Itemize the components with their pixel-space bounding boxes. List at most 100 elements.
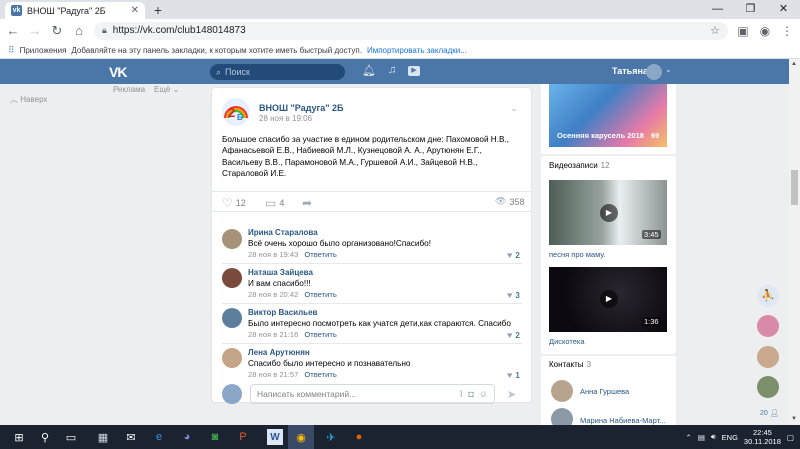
new-tab-button[interactable]: + xyxy=(150,2,166,18)
file-explorer-icon[interactable]: ▦ xyxy=(90,425,116,449)
comment-button[interactable]: ▭ 4 xyxy=(265,196,284,210)
comment-date[interactable]: 28 ноя в 21:16 xyxy=(248,330,298,339)
task-view-icon[interactable]: ▭ xyxy=(58,425,84,449)
input-language[interactable]: ENG xyxy=(722,433,738,442)
network-icon[interactable]: ▤ xyxy=(698,433,705,442)
maximize-icon[interactable]: ❐ xyxy=(734,0,767,19)
omnibox[interactable]: 🔒︎ https://vk.com/club148014873 ☆ xyxy=(94,21,728,40)
search-input[interactable]: ⌕ Поиск xyxy=(210,64,345,80)
emoji-smile-icon[interactable]: ☺ xyxy=(479,389,488,399)
clock[interactable]: 22:45 30.11.2018 xyxy=(744,428,781,446)
apps-link[interactable]: Приложения xyxy=(20,46,67,55)
minimize-icon[interactable]: — xyxy=(701,0,734,19)
music-note-icon[interactable]: ♫ xyxy=(388,64,396,76)
contacts-header[interactable]: Контакты 3 xyxy=(549,360,591,369)
video-title[interactable]: песня про маму. xyxy=(549,250,605,259)
bookmark-star-icon[interactable]: ☆ xyxy=(710,24,720,37)
comment-date[interactable]: 28 ноя в 19:43 xyxy=(248,250,298,259)
chevron-down-icon[interactable]: ⌄ xyxy=(665,65,672,74)
scrollbar-thumb[interactable] xyxy=(791,170,798,205)
comment-author[interactable]: Ирина Старалова xyxy=(248,228,318,237)
back-arrow-icon[interactable]: ← xyxy=(6,23,20,38)
send-arrow-icon[interactable]: ➤ xyxy=(507,388,516,401)
camera-icon[interactable]: ◘ xyxy=(468,389,473,399)
chat-avatar[interactable] xyxy=(757,315,779,337)
comment-input[interactable]: Написать комментарий... ⌇ ◘ ☺ xyxy=(250,384,495,404)
edge-icon[interactable]: e xyxy=(146,425,172,449)
attach-paperclip-icon[interactable]: ⌇ xyxy=(459,389,463,400)
powerpoint-icon[interactable]: P xyxy=(230,425,256,449)
mail-icon[interactable]: ✉ xyxy=(118,425,144,449)
user-name[interactable]: Татьяна xyxy=(612,66,648,76)
comment-author[interactable]: Наташа Зайцева xyxy=(248,268,313,277)
reply-link[interactable]: Ответить xyxy=(304,370,336,379)
comment-avatar[interactable] xyxy=(222,308,242,328)
home-icon[interactable]: ⌂ xyxy=(72,23,86,38)
comment-avatar[interactable] xyxy=(222,229,242,249)
comment-like-button[interactable]: ♥ 2 xyxy=(507,250,520,260)
comment-like-button[interactable]: ♥ 2 xyxy=(507,330,520,340)
scroll-to-top-link[interactable]: ︿ Наверх xyxy=(10,94,47,105)
comment-avatar[interactable] xyxy=(222,268,242,288)
video-icon[interactable]: ▶ xyxy=(408,66,420,76)
extension-icon[interactable]: ▣ xyxy=(736,24,750,38)
video-title[interactable]: Дискотека xyxy=(549,337,585,346)
comment-date[interactable]: 28 ноя в 20:42 xyxy=(248,290,298,299)
import-bookmarks-link[interactable]: Импортировать закладки... xyxy=(367,46,467,55)
profile-icon[interactable]: ◉ xyxy=(758,24,772,38)
contact-avatar[interactable] xyxy=(551,380,573,402)
vk-logo[interactable]: VK xyxy=(109,64,127,80)
comment-like-button[interactable]: ♥ 3 xyxy=(507,290,520,300)
videos-header[interactable]: Видеозаписи 12 xyxy=(549,161,610,170)
comment-like-button[interactable]: ♥ 1 xyxy=(507,370,520,380)
notifications-bell-icon[interactable]: 🔔︎ xyxy=(362,64,376,77)
more-link[interactable]: Ещё xyxy=(154,85,170,94)
discord-icon[interactable]: ◕ xyxy=(174,425,200,449)
close-window-icon[interactable]: ✕ xyxy=(767,0,800,19)
telegram-icon[interactable]: ✈ xyxy=(318,425,344,449)
reload-icon[interactable]: ↻ xyxy=(50,23,64,39)
comment-author[interactable]: Лена Арутюнян xyxy=(248,348,310,357)
group-name[interactable]: ВНОШ "Радуга" 2Б xyxy=(259,103,344,113)
search-icon[interactable]: ⚲ xyxy=(32,425,58,449)
contact-name[interactable]: Марина Набиева-Март... xyxy=(580,416,665,425)
close-tab-icon[interactable]: ✕ xyxy=(131,5,139,16)
like-button[interactable]: ♡ 12 xyxy=(222,196,246,210)
ads-link[interactable]: Реклама xyxy=(113,85,145,94)
url-text[interactable]: https://vk.com/club148014873 xyxy=(113,25,704,36)
scroll-up-arrow-icon[interactable]: ▲ xyxy=(791,61,797,67)
notifications-icon[interactable]: ▢ xyxy=(787,433,794,442)
green-app-icon[interactable]: ◙ xyxy=(202,425,228,449)
play-icon[interactable]: ▶ xyxy=(600,204,618,222)
group-avatar[interactable]: 2 Б xyxy=(222,98,250,126)
user-avatar[interactable] xyxy=(646,64,662,80)
reply-link[interactable]: Ответить xyxy=(304,290,336,299)
scrollbar[interactable] xyxy=(789,59,800,425)
reply-link[interactable]: Ответить xyxy=(304,330,336,339)
comment-author[interactable]: Виктор Васильев xyxy=(248,308,317,317)
chat-avatar[interactable] xyxy=(757,376,779,398)
forward-arrow-icon[interactable]: → xyxy=(28,23,42,38)
chat-avatar[interactable]: ⛹ xyxy=(757,285,779,307)
play-icon[interactable]: ▶ xyxy=(600,290,618,308)
word-icon[interactable]: W xyxy=(267,429,283,445)
windows-start-icon[interactable]: ⊞ xyxy=(6,425,32,449)
contact-name[interactable]: Анна Гуршева xyxy=(580,387,629,396)
post-menu-chevron-icon[interactable]: ⌄ xyxy=(510,103,518,114)
firefox-icon[interactable]: ● xyxy=(346,425,372,449)
chat-avatar[interactable] xyxy=(757,346,779,368)
heart-icon: ♥ xyxy=(507,290,513,300)
menu-kebab-icon[interactable]: ⋮ xyxy=(780,24,794,38)
volume-icon[interactable]: 🔊︎ xyxy=(711,432,716,442)
chrome-icon[interactable]: ◉ xyxy=(288,425,314,449)
chat-online-count[interactable]: 20 👤︎ xyxy=(760,409,779,417)
comment-date[interactable]: 28 ноя в 21:57 xyxy=(248,370,298,379)
comment-avatar[interactable] xyxy=(222,348,242,368)
apps-grid-icon[interactable]: ⠿ xyxy=(8,45,15,56)
reply-link[interactable]: Ответить xyxy=(304,250,336,259)
share-button[interactable]: ➦ xyxy=(302,196,312,210)
scroll-down-arrow-icon[interactable]: ▼ xyxy=(791,416,797,422)
chevron-up-icon[interactable]: ⌃ xyxy=(686,433,692,442)
browser-tab[interactable]: vk ВНОШ "Радуга" 2Б ✕ xyxy=(5,2,145,19)
post-date[interactable]: 28 ноя в 19:06 xyxy=(259,114,312,123)
